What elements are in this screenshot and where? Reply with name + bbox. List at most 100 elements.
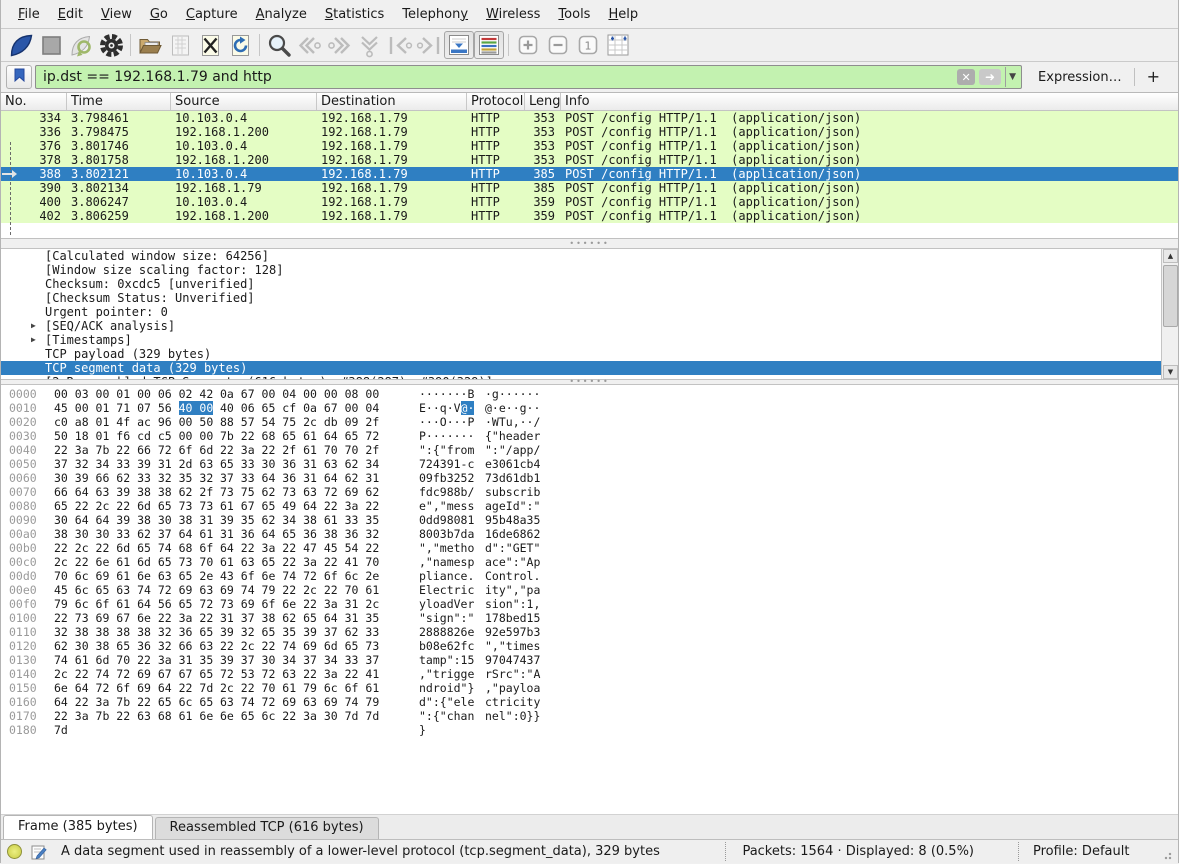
scroll-up-icon[interactable]: ▲ — [1163, 249, 1178, 263]
details-row[interactable]: ▶[Timestamps] — [1, 333, 1178, 347]
colorize-toggle[interactable] — [474, 31, 504, 59]
column-header-lengt[interactable]: Lengt — [525, 93, 561, 110]
display-filter-input[interactable]: ip.dst == 192.168.1.79 and http ✕ ➜ ▼ — [35, 65, 1022, 89]
filter-history-dropdown[interactable]: ▼ — [1005, 67, 1019, 87]
hex-row-0100[interactable]: 010022 73 69 67 6e 22 3a 2231 37 38 62 6… — [1, 611, 1178, 625]
resize-grip[interactable] — [1164, 844, 1174, 860]
details-row[interactable]: Urgent pointer: 0 — [1, 305, 1178, 319]
hex-row-0000[interactable]: 000000 03 00 01 00 06 02 420a 67 00 04 0… — [1, 387, 1178, 401]
column-header-protocol[interactable]: Protocol — [467, 93, 525, 110]
column-header-no[interactable]: No. — [1, 93, 67, 110]
filter-apply-button[interactable]: ➜ — [979, 69, 1001, 85]
find-packet-button[interactable] — [264, 31, 294, 59]
column-header-info[interactable]: Info — [561, 93, 1178, 110]
hex-row-0060[interactable]: 006030 39 66 62 33 32 35 3237 33 64 36 3… — [1, 471, 1178, 485]
hex-row-0050[interactable]: 005037 32 34 33 39 31 2d 6365 33 30 36 3… — [1, 457, 1178, 471]
go-to-packet-button[interactable] — [354, 31, 384, 59]
reload-file-button[interactable] — [225, 31, 255, 59]
hex-row-0040[interactable]: 004022 3a 7b 22 66 72 6f 6d22 3a 22 2f 6… — [1, 443, 1178, 457]
filter-add-button[interactable]: + — [1141, 67, 1170, 88]
hex-row-0070[interactable]: 007066 64 63 39 38 38 62 2f73 75 62 73 6… — [1, 485, 1178, 499]
hex-row-0180[interactable]: 01807d} — [1, 723, 1178, 737]
restart-capture-button[interactable] — [66, 31, 96, 59]
menu-edit[interactable]: Edit — [49, 3, 92, 26]
auto-scroll-toggle[interactable] — [444, 31, 474, 59]
hex-row-0140[interactable]: 01402c 22 74 72 69 67 67 6572 53 72 63 2… — [1, 667, 1178, 681]
menu-capture[interactable]: Capture — [177, 3, 247, 26]
details-row[interactable]: [Checksum Status: Unverified] — [1, 291, 1178, 305]
hex-row-0150[interactable]: 01506e 64 72 6f 69 64 22 7d2c 22 70 61 7… — [1, 681, 1178, 695]
column-header-destination[interactable]: Destination — [317, 93, 467, 110]
go-forward-button[interactable] — [324, 31, 354, 59]
hex-row-00c0[interactable]: 00c02c 22 6e 61 6d 65 73 7061 63 65 22 3… — [1, 555, 1178, 569]
menu-wireless[interactable]: Wireless — [477, 3, 549, 26]
menu-telephony[interactable]: Telephony — [393, 3, 477, 26]
capture-options-button[interactable] — [96, 31, 126, 59]
details-row[interactable]: TCP payload (329 bytes) — [1, 347, 1178, 361]
stop-capture-button[interactable] — [36, 31, 66, 59]
packet-row-336[interactable]: 3363.798475192.168.1.200192.168.1.79HTTP… — [1, 125, 1178, 139]
hex-row-00f0[interactable]: 00f079 6c 6f 61 64 56 65 7273 69 6f 6e 2… — [1, 597, 1178, 611]
hex-row-00d0[interactable]: 00d070 6c 69 61 6e 63 65 2e43 6f 6e 74 7… — [1, 569, 1178, 583]
scrollbar-thumb[interactable] — [1163, 265, 1178, 327]
open-file-button[interactable] — [135, 31, 165, 59]
close-file-button[interactable] — [195, 31, 225, 59]
packet-row-378[interactable]: 3783.801758192.168.1.200192.168.1.79HTTP… — [1, 153, 1178, 167]
hex-row-0080[interactable]: 008065 22 2c 22 6d 65 73 7361 67 65 49 6… — [1, 499, 1178, 513]
filter-clear-button[interactable]: ✕ — [957, 69, 975, 85]
hex-row-00a0[interactable]: 00a038 30 30 33 62 37 64 6131 36 64 65 3… — [1, 527, 1178, 541]
last-packet-button[interactable] — [414, 31, 444, 59]
packet-row-400[interactable]: 4003.80624710.103.0.4192.168.1.79HTTP359… — [1, 195, 1178, 209]
menu-tools[interactable]: Tools — [549, 3, 599, 26]
packet-row-334[interactable]: 3343.79846110.103.0.4192.168.1.79HTTP353… — [1, 111, 1178, 125]
details-row[interactable]: Checksum: 0xcdc5 [unverified] — [1, 277, 1178, 291]
zoom-100-button[interactable]: 1 — [573, 31, 603, 59]
pane-splitter-top[interactable]: •••••• — [1, 239, 1178, 249]
packet-bytes-pane[interactable]: 000000 03 00 01 00 06 02 420a 67 00 04 0… — [1, 385, 1178, 814]
resize-columns-button[interactable] — [603, 31, 633, 59]
hex-row-00b0[interactable]: 00b022 2c 22 6d 65 74 68 6f64 22 3a 22 4… — [1, 541, 1178, 555]
hex-row-0130[interactable]: 013074 61 6d 70 22 3a 31 3539 37 30 34 3… — [1, 653, 1178, 667]
menu-go[interactable]: Go — [141, 3, 177, 26]
details-row[interactable]: [Calculated window size: 64256] — [1, 249, 1178, 263]
menu-analyze[interactable]: Analyze — [247, 3, 316, 26]
packet-row-390[interactable]: 3903.802134192.168.1.79192.168.1.79HTTP3… — [1, 181, 1178, 195]
pane-splitter-bottom[interactable]: •••••• — [1, 379, 1178, 385]
menu-view[interactable]: View — [92, 3, 141, 26]
first-packet-button[interactable] — [384, 31, 414, 59]
menu-help[interactable]: Help — [599, 3, 647, 26]
hex-row-0170[interactable]: 017022 3a 7b 22 63 68 61 6e6e 65 6c 22 3… — [1, 709, 1178, 723]
tab-frame-385-bytes-[interactable]: Frame (385 bytes) — [3, 815, 153, 839]
hex-row-0010[interactable]: 001045 00 01 71 07 56 40 0040 06 65 cf 0… — [1, 401, 1178, 415]
go-back-button[interactable] — [294, 31, 324, 59]
expand-arrow-icon[interactable]: ▶ — [31, 333, 36, 347]
packet-row-376[interactable]: 3763.80174610.103.0.4192.168.1.79HTTP353… — [1, 139, 1178, 153]
profile-label[interactable]: Profile: Default — [1018, 842, 1164, 861]
packet-row-402[interactable]: 4023.806259192.168.1.200192.168.1.79HTTP… — [1, 209, 1178, 223]
tab-reassembled-tcp-616-bytes-[interactable]: Reassembled TCP (616 bytes) — [155, 817, 379, 839]
menu-statistics[interactable]: Statistics — [316, 3, 393, 26]
column-header-source[interactable]: Source — [171, 93, 317, 110]
hex-row-0160[interactable]: 016064 22 3a 7b 22 65 6c 6563 74 72 69 6… — [1, 695, 1178, 709]
zoom-out-button[interactable] — [543, 31, 573, 59]
hex-row-00e0[interactable]: 00e045 6c 65 63 74 72 69 6369 74 79 22 2… — [1, 583, 1178, 597]
details-scrollbar[interactable]: ▲ ▼ — [1161, 249, 1178, 379]
expand-arrow-icon[interactable]: ▶ — [31, 319, 36, 333]
expression-button[interactable]: Expression… — [1032, 67, 1128, 88]
hex-row-0120[interactable]: 012062 30 38 65 36 32 66 6322 2c 22 74 6… — [1, 639, 1178, 653]
save-file-button[interactable] — [165, 31, 195, 59]
hex-row-0020[interactable]: 0020c0 a8 01 4f ac 96 00 5088 57 54 75 2… — [1, 415, 1178, 429]
start-capture-button[interactable] — [6, 31, 36, 59]
details-row[interactable]: TCP segment data (329 bytes) — [1, 361, 1178, 375]
zoom-in-button[interactable] — [513, 31, 543, 59]
hex-row-0090[interactable]: 009030 64 64 39 38 30 38 3139 35 62 34 3… — [1, 513, 1178, 527]
column-header-time[interactable]: Time — [67, 93, 171, 110]
capture-comment-icon[interactable] — [31, 844, 47, 860]
expert-info-icon[interactable] — [7, 844, 22, 859]
hex-row-0110[interactable]: 011032 38 38 38 38 32 36 6539 32 65 35 3… — [1, 625, 1178, 639]
menu-file[interactable]: File — [9, 3, 49, 26]
scroll-down-icon[interactable]: ▼ — [1163, 365, 1178, 379]
packet-row-388[interactable]: 3883.80212110.103.0.4192.168.1.79HTTP385… — [1, 167, 1178, 181]
details-row[interactable]: ▶[SEQ/ACK analysis] — [1, 319, 1178, 333]
filter-bookmark-button[interactable] — [6, 65, 32, 89]
